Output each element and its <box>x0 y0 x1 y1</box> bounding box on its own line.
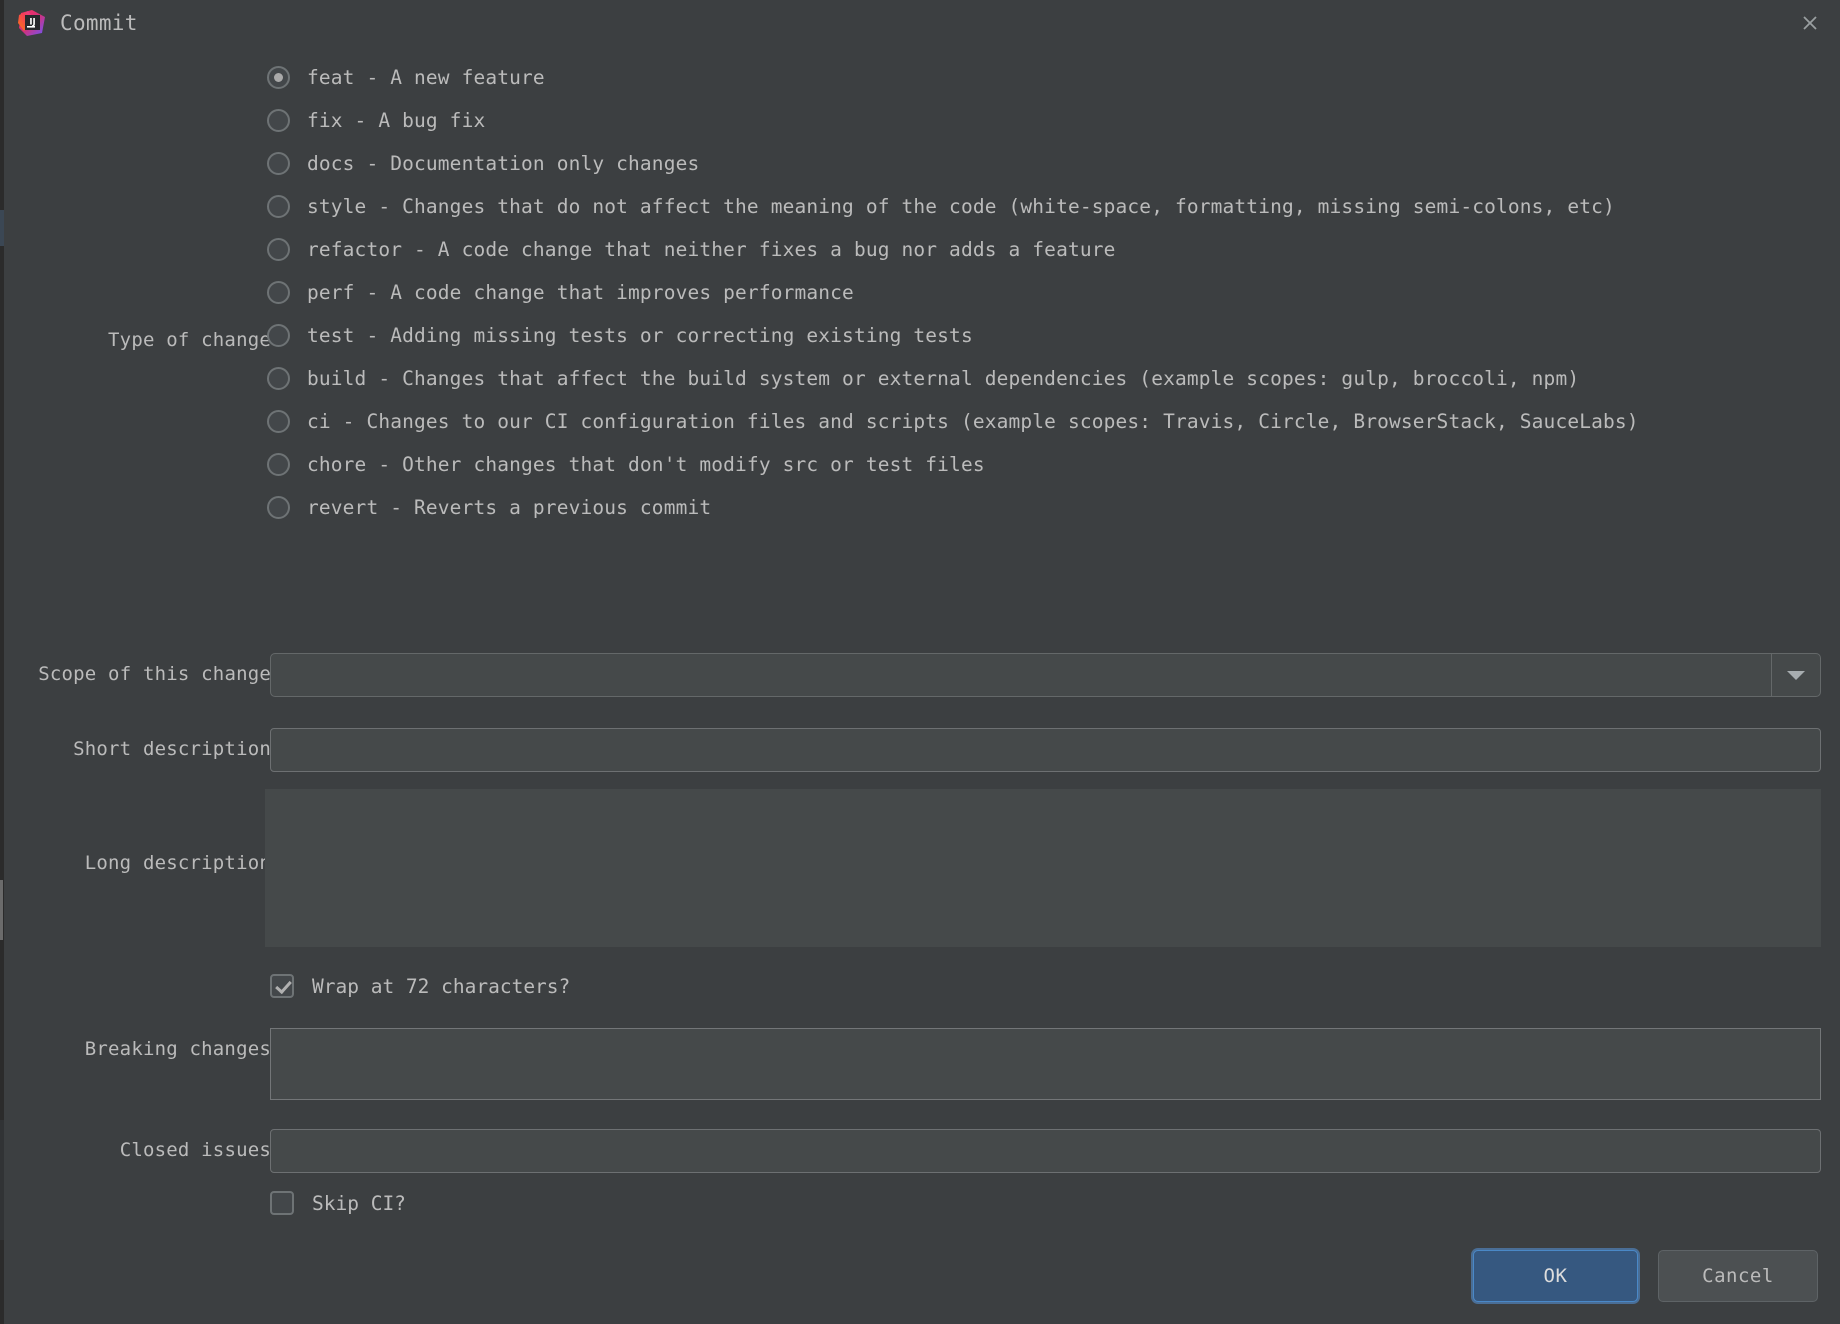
label-breaking-changes: Breaking changes <box>84 1038 271 1060</box>
radio-indicator-refactor[interactable] <box>267 238 290 261</box>
radio-option-fix[interactable]: fix - A bug fix <box>267 99 1827 142</box>
radio-option-chore[interactable]: chore - Other changes that don't modify … <box>267 443 1827 486</box>
cancel-button[interactable]: Cancel <box>1658 1250 1818 1302</box>
radio-label-fix: fix - A bug fix <box>307 109 486 132</box>
skip-ci-checkbox-row[interactable]: Skip CI? <box>270 1191 406 1215</box>
ok-button[interactable]: OK <box>1473 1250 1638 1302</box>
radio-indicator-revert[interactable] <box>267 496 290 519</box>
wrap-at-72-checkbox-row[interactable]: Wrap at 72 characters? <box>270 974 570 998</box>
close-icon[interactable] <box>1788 3 1832 43</box>
skip-ci-label: Skip CI? <box>312 1191 406 1215</box>
radio-option-revert[interactable]: revert - Reverts a previous commit <box>267 486 1827 529</box>
background-window-scrollbar <box>0 880 3 940</box>
commit-dialog: IJ Commit Type of change feat - A new fe… <box>4 0 1840 1324</box>
label-scope-of-this-change: Scope of this change <box>38 663 271 685</box>
short-description-input[interactable] <box>270 728 1821 772</box>
radio-option-perf[interactable]: perf - A code change that improves perfo… <box>267 271 1827 314</box>
radio-indicator-perf[interactable] <box>267 281 290 304</box>
dialog-titlebar: IJ Commit <box>4 0 1840 46</box>
closed-issues-input[interactable] <box>270 1129 1821 1173</box>
radio-indicator-chore[interactable] <box>267 453 290 476</box>
chevron-down-icon[interactable] <box>1771 654 1820 696</box>
label-long-description: Long description <box>84 852 271 874</box>
breaking-changes-input[interactable] <box>270 1028 1821 1100</box>
wrap-at-72-checkbox[interactable] <box>270 974 294 998</box>
radio-label-ci: ci - Changes to our CI configuration fil… <box>307 410 1639 433</box>
radio-indicator-test[interactable] <box>267 324 290 347</box>
label-closed-issues: Closed issues <box>119 1139 271 1161</box>
long-description-textarea[interactable] <box>265 789 1821 947</box>
dialog-title: Commit <box>60 11 138 35</box>
radio-option-build[interactable]: build - Changes that affect the build sy… <box>267 357 1827 400</box>
radio-option-test[interactable]: test - Adding missing tests or correctin… <box>267 314 1827 357</box>
radio-label-style: style - Changes that do not affect the m… <box>307 195 1615 218</box>
wrap-at-72-label: Wrap at 72 characters? <box>312 974 571 998</box>
type-of-change-radio-group: feat - A new feature fix - A bug fix doc… <box>267 56 1827 529</box>
scope-combobox-value <box>271 654 1771 696</box>
label-short-description: Short description <box>73 738 271 760</box>
radio-indicator-fix[interactable] <box>267 109 290 132</box>
radio-label-chore: chore - Other changes that don't modify … <box>307 453 985 476</box>
radio-indicator-style[interactable] <box>267 195 290 218</box>
radio-indicator-docs[interactable] <box>267 152 290 175</box>
radio-option-feat[interactable]: feat - A new feature <box>267 56 1827 99</box>
radio-label-docs: docs - Documentation only changes <box>307 152 700 175</box>
scope-combobox[interactable] <box>270 653 1821 697</box>
radio-label-feat: feat - A new feature <box>307 66 545 89</box>
intellij-idea-logo-icon: IJ <box>18 9 46 37</box>
radio-option-refactor[interactable]: refactor - A code change that neither fi… <box>267 228 1827 271</box>
radio-label-build: build - Changes that affect the build sy… <box>307 367 1580 390</box>
radio-indicator-build[interactable] <box>267 367 290 390</box>
skip-ci-checkbox[interactable] <box>270 1191 294 1215</box>
radio-option-ci[interactable]: ci - Changes to our CI configuration fil… <box>267 400 1827 443</box>
radio-option-docs[interactable]: docs - Documentation only changes <box>267 142 1827 185</box>
radio-option-style[interactable]: style - Changes that do not affect the m… <box>267 185 1827 228</box>
radio-indicator-ci[interactable] <box>267 410 290 433</box>
dialog-button-bar: OK Cancel <box>1473 1250 1818 1302</box>
radio-label-perf: perf - A code change that improves perfo… <box>307 281 854 304</box>
radio-label-test: test - Adding missing tests or correctin… <box>307 324 973 347</box>
radio-indicator-feat[interactable] <box>267 66 290 89</box>
radio-label-revert: revert - Reverts a previous commit <box>307 496 712 519</box>
label-type-of-change: Type of change <box>108 329 271 351</box>
radio-label-refactor: refactor - A code change that neither fi… <box>307 238 1116 261</box>
